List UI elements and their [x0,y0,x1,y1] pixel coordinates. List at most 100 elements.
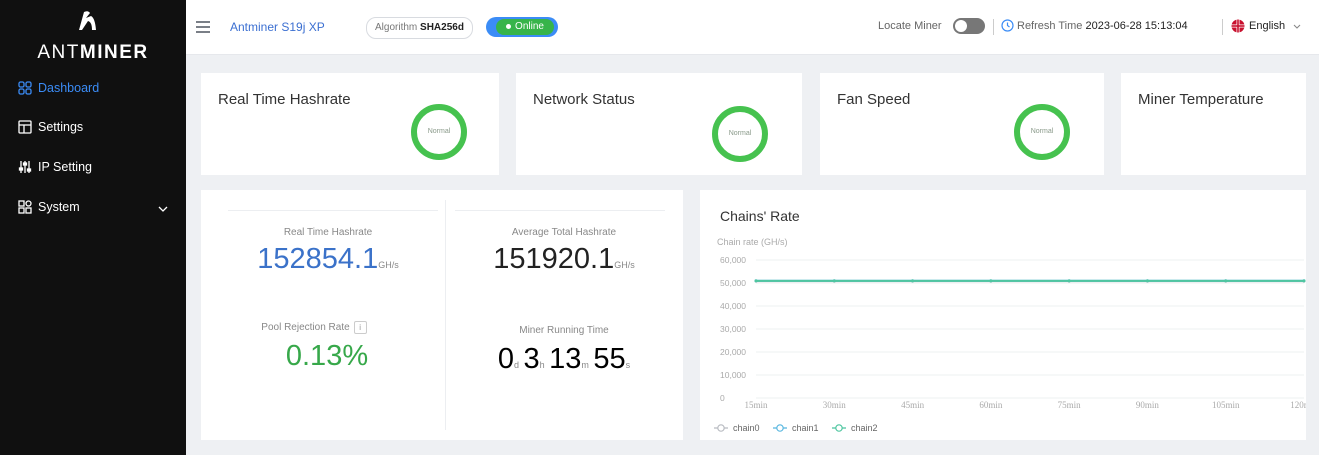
metric-unit: GH/s [614,260,635,270]
x-tick-label: 15min [744,400,768,410]
legend-label-chain1: chain1 [792,423,819,433]
metric-number: 0.13% [285,340,369,372]
chains-rate-chart: Chain rate (GH/s) 0 10,000 20,000 30,000 40,0… [714,237,1306,433]
status-ring: Normal [411,104,467,160]
sidebar-item-ip-setting[interactable]: IP Setting [18,156,92,178]
logo-suffix: MINER [79,42,149,63]
hours-unit: h [539,360,545,370]
sidebar-item-dashboard[interactable]: Dashboard [18,77,99,99]
online-pill: Online [496,19,554,35]
x-tick-label: 90min [1136,400,1160,410]
chevron-down-icon[interactable] [158,204,168,214]
x-tick-label: 30min [823,400,847,410]
sidebar-item-label: IP Setting [38,160,92,174]
divider [993,19,994,35]
metric-unit: GH/s [378,260,399,270]
y-tick-label: 50,000 [720,278,746,288]
ring-status-label: Normal [427,128,451,135]
days-value: 0 [497,343,515,375]
menu-icon[interactable] [196,21,210,33]
divider [455,210,665,211]
locate-miner-toggle[interactable] [953,18,985,34]
y-tick-label: 0 [720,393,725,403]
seconds-unit: s [625,360,631,370]
metric-number: 151920.1 [493,243,615,275]
status-dot-icon [506,23,512,29]
y-tick-label: 30,000 [720,324,746,334]
logo-prefix: ANT [37,42,80,63]
settings-icon [18,120,32,134]
chart-title: Chains' Rate [720,208,800,224]
x-tick-label: 75min [1058,400,1082,410]
hours-value: 3 [523,343,540,375]
data-point-chain2 [754,279,758,283]
chevron-down-icon[interactable] [1293,24,1301,30]
data-point-chain2 [1145,279,1149,283]
x-tick-label: 105min [1212,400,1240,410]
algorithm-badge: Algorithm SHA256d [366,17,473,39]
status-ring: Normal [1014,104,1070,160]
data-point-chain2 [989,279,993,283]
miner-model: Antminer S19j XP [230,20,325,34]
card-title: Real Time Hashrate [218,91,351,108]
system-icon [18,200,32,214]
y-tick-label: 40,000 [720,301,746,311]
locate-miner-label: Locate Miner [878,20,942,32]
y-tick-label: 60,000 [720,255,746,265]
refresh-timer-icon[interactable] [1001,19,1014,32]
status-card-network: Network Status Normal [516,73,802,175]
antminer-logo-icon [79,11,96,30]
minutes-value: 13 [549,343,582,375]
top-bar: Antminer S19j XP Algorithm SHA256d Onlin… [186,0,1319,55]
refresh-label: Refresh Time [1017,20,1083,32]
status-card-hashrate: Real Time Hashrate Normal [201,73,499,175]
toggle-knob [955,20,967,32]
divider [445,200,446,430]
card-title: Miner Temperature [1138,91,1264,108]
x-tick-label: 60min [979,400,1003,410]
sidebar: ANTMINER Dashboard Settings IP Setting S… [0,0,186,455]
metric-label: Miner Running Time [519,325,609,336]
status-badge: Online [486,17,558,37]
sidebar-item-settings[interactable]: Settings [18,116,83,138]
ring-status-label: Normal [728,130,752,137]
status-card-temperature: Miner Temperature [1121,73,1306,175]
sidebar-item-label: Settings [38,120,84,134]
divider [228,210,438,211]
data-point-chain2 [1224,279,1228,283]
rejection-rate-value: 0.13% [217,340,437,373]
sidebar-item-label: Dashboard [38,81,100,95]
y-tick-label: 10,000 [720,370,746,380]
legend-label-chain0: chain0 [733,423,760,433]
data-point-chain2 [1302,279,1306,283]
data-point-chain2 [832,279,836,283]
legend-marker-chain0 [717,424,725,432]
average-hashrate-value: 151920.1GH/s [454,243,674,276]
uk-flag-icon [1231,19,1245,33]
info-icon[interactable]: i [353,321,367,334]
grid-icon [18,81,32,95]
sidebar-item-label: System [38,200,80,214]
sliders-icon [18,161,32,173]
y-tick-label: 20,000 [720,347,746,357]
realtime-hashrate-value: 152854.1GH/s [218,243,438,276]
refresh-timer: Refresh Time 2023-06-28 15:13:04 [1017,20,1188,32]
logo-text: ANTMINER [0,42,186,64]
metric-label: Real Time Hashrate [283,227,373,238]
status-label: Online [515,21,544,32]
language-select[interactable]: English [1249,20,1285,32]
status-ring: Normal [712,106,768,162]
sidebar-item-system[interactable]: System [18,196,80,218]
data-point-chain2 [1067,279,1071,283]
status-card-fan: Fan Speed Normal [820,73,1104,175]
card-title: Fan Speed [837,91,911,108]
running-time-value: 0d 3h 13m 55s [454,343,674,376]
algorithm-label: Algorithm [375,22,418,33]
algorithm-value: SHA256d [420,22,464,33]
logo: ANTMINER [0,0,186,72]
legend-label-chain2: chain2 [851,423,878,433]
days-unit: d [514,360,520,370]
seconds-value: 55 [593,343,626,375]
minutes-unit: m [581,360,589,370]
metric-label: Average Total Hashrate [511,227,617,238]
